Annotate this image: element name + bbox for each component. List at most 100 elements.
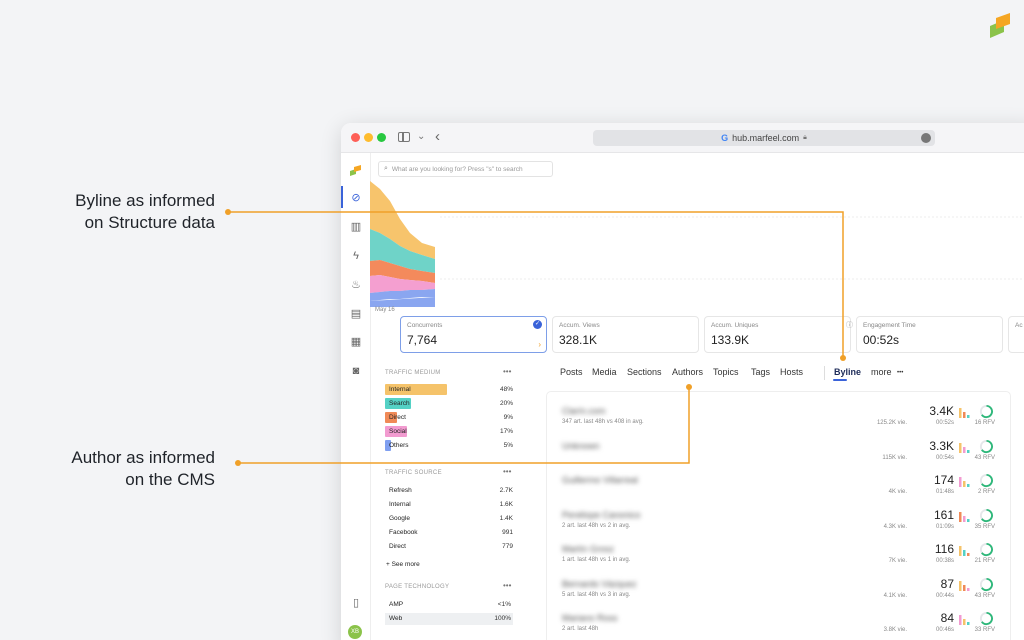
rfv-value: 43 RFV: [974, 592, 995, 599]
author-callout-line1: Author as informed: [71, 448, 215, 467]
list-item[interactable]: Clarín.com 347 art. last 48h vs 408 in av…: [547, 402, 1012, 436]
mini-bar: [967, 622, 970, 625]
tab-tags[interactable]: Tags: [751, 367, 770, 377]
list-item[interactable]: Martín Grosz 1 art. last 48h vs 1 in avg.…: [547, 540, 1012, 574]
list-item[interactable]: Mariano Ross 2 art. last 48h 3.8K vie. 84 00…: [547, 609, 1012, 640]
byline-callout-line1: Byline as informed: [75, 191, 215, 210]
tab-topics[interactable]: Topics: [713, 367, 739, 377]
traffic-medium-label: Internal: [389, 386, 411, 393]
page-technology-row[interactable]: Web 100%: [385, 613, 513, 625]
calendar-icon[interactable]: ▦: [350, 336, 362, 348]
traffic-source-row[interactable]: Refresh 2.7K: [385, 487, 513, 499]
address-url: hub.marfeel.com: [732, 133, 800, 143]
kpi-value: 7,764: [407, 333, 438, 347]
views-count: 3.8K vie.: [883, 627, 907, 633]
author-name: Guillermo Villarreal: [562, 475, 638, 485]
flame-icon[interactable]: ♨: [350, 279, 362, 291]
traffic-source-row[interactable]: Internal 1.6K: [385, 501, 513, 513]
kpi-value: 328.1K: [559, 333, 598, 347]
maximize-window-button[interactable]: [377, 133, 386, 142]
engagement-donut-icon: [979, 473, 994, 488]
traffic-medium-more-icon[interactable]: •••: [503, 367, 511, 376]
traffic-medium-row[interactable]: Social 17%: [385, 426, 513, 437]
info-icon[interactable]: ⓘ: [846, 320, 853, 330]
active-tab-underline: [833, 379, 847, 381]
kpi-engagement-time[interactable]: Engagement Time 00:52s: [856, 316, 1003, 353]
author-name: Clarín.com: [562, 406, 606, 416]
traffic-source-row[interactable]: Google 1.4K: [385, 515, 513, 527]
marfeel-app-logo-icon[interactable]: [349, 165, 363, 177]
kpi-label: Accum. Views: [559, 322, 600, 329]
traffic-source-row[interactable]: Direct 779: [385, 543, 513, 555]
traffic-medium-row[interactable]: Others 5%: [385, 440, 513, 451]
traffic-medium-label: Social: [389, 428, 407, 435]
camera-icon[interactable]: ◙: [350, 365, 362, 377]
tab-hosts[interactable]: Hosts: [780, 367, 803, 377]
minimize-window-button[interactable]: [364, 133, 373, 142]
views-count: 115K vie.: [882, 454, 907, 461]
engagement-donut-icon: [979, 404, 994, 419]
traffic-medium-row[interactable]: Internal 48%: [385, 384, 513, 395]
tab-authors[interactable]: Authors: [672, 367, 703, 377]
lightning-icon[interactable]: ϟ: [350, 250, 362, 262]
reload-icon[interactable]: [921, 133, 931, 143]
traffic-source-more-icon[interactable]: •••: [503, 467, 511, 476]
tab-sections[interactable]: Sections: [627, 367, 662, 377]
search-icon: ⌕: [384, 165, 388, 172]
mini-bar: [963, 446, 966, 453]
traffic-source-title: TRAFFIC SOURCE: [385, 470, 442, 476]
traffic-source-label: Google: [389, 515, 410, 522]
concurrents-value: 174: [933, 473, 954, 487]
engagement-time: 01:09s: [935, 523, 954, 530]
list-item[interactable]: Penélope Canonico 2 art. last 48h vs 2 in…: [547, 506, 1012, 540]
tab-posts[interactable]: Posts: [560, 367, 583, 377]
kpi-accum-uniques[interactable]: Accum. Uniques 133.9K ⓘ: [704, 316, 853, 353]
bar-chart-icon[interactable]: ▥: [350, 221, 362, 233]
chevron-down-icon[interactable]: ⌄: [417, 131, 425, 142]
building-icon[interactable]: ▯: [350, 597, 362, 609]
tab-byline[interactable]: Byline: [834, 367, 861, 377]
concurrents-value: 161: [933, 507, 954, 522]
tab-more[interactable]: more: [871, 367, 892, 377]
google-icon: G: [721, 133, 729, 143]
traffic-medium-value: 20%: [499, 400, 513, 407]
traffic-source-value: 2.7K: [499, 487, 513, 494]
kpi-label: Concurrents: [407, 322, 443, 329]
mini-bar: [967, 484, 970, 487]
traffic-medium-title: TRAFFIC MEDIUM: [385, 370, 441, 376]
traffic-source-row[interactable]: Facebook 991: [385, 529, 513, 541]
close-window-button[interactable]: [351, 133, 360, 142]
kpi-partial[interactable]: Ac: [1008, 316, 1024, 353]
traffic-medium-row[interactable]: Direct 9%: [385, 412, 513, 423]
sidebar-toggle-icon[interactable]: [398, 132, 410, 142]
compass-icon[interactable]: ⊘: [350, 192, 362, 204]
page-technology-value: <1%: [497, 601, 511, 608]
page-technology-row[interactable]: AMP <1%: [385, 599, 513, 611]
list-item[interactable]: Unknown 115K vie. 3.3K 00:54s 43 RFV: [547, 437, 1012, 471]
layout-icon[interactable]: ▤: [350, 308, 362, 320]
address-bar[interactable]: G hub.marfeel.com 🔒︎: [593, 130, 935, 146]
traffic-source-label: Facebook: [389, 529, 418, 536]
see-more-link[interactable]: + See more: [386, 561, 420, 568]
traffic-source-label: Refresh: [389, 487, 412, 494]
traffic-medium-row[interactable]: Search 20%: [385, 398, 513, 409]
engagement-time: 00:44s: [935, 592, 954, 599]
page-technology-more-icon[interactable]: •••: [503, 581, 511, 590]
list-item[interactable]: Guillermo Villarreal 4K vie. 174 01:48s 2 RF…: [547, 471, 1012, 505]
traffic-mini-bars: [959, 615, 970, 625]
tab-media[interactable]: Media: [592, 367, 617, 377]
more-tabs-icon[interactable]: •••: [897, 367, 903, 379]
author-name: Bernardo Vázquez: [562, 578, 637, 589]
kpi-accum-views[interactable]: Accum. Views 328.1K: [552, 316, 699, 353]
author-name: Martín Grosz: [562, 544, 615, 554]
list-item[interactable]: Bernardo Vázquez 5 art. last 48h vs 3 in …: [547, 575, 1012, 609]
search-input[interactable]: ⌕ What are you looking for? Press "s" to…: [378, 161, 553, 177]
traffic-source-label: Internal: [389, 501, 411, 508]
back-arrow-icon[interactable]: ‹: [435, 128, 440, 145]
marfeel-logo-icon: [990, 13, 1010, 38]
kpi-label: Ac: [1015, 322, 1023, 329]
concurrents-value: 84: [940, 611, 954, 625]
traffic-area-chart: [370, 181, 1024, 307]
kpi-concurrents[interactable]: Concurrents 7,764 ✓ ›: [400, 316, 547, 353]
avatar[interactable]: XB: [348, 625, 362, 639]
